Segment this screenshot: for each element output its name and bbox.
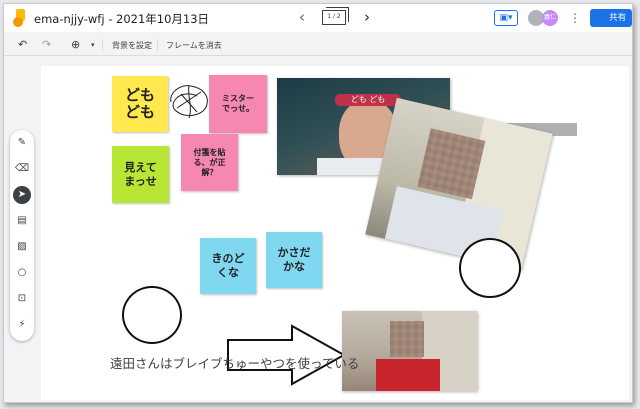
sticky-note[interactable]: 付箋を貼 る、が正 解？: [181, 134, 238, 191]
document-title[interactable]: ema-njjy-wfj - 2021年10月13日: [34, 11, 209, 27]
shirt-shape: [376, 359, 440, 391]
image-icon[interactable]: ▨: [13, 238, 31, 256]
laser-icon[interactable]: ⚡: [13, 316, 31, 334]
text-box-icon[interactable]: ⊡: [13, 290, 31, 308]
frame-bar-button[interactable]: 1 / 2: [322, 7, 349, 25]
present-button[interactable]: ▣▾: [494, 10, 518, 26]
frame-counter: 1 / 2: [327, 13, 341, 20]
jamboard-logo-icon: [13, 9, 25, 27]
redo-icon[interactable]: ↷: [42, 37, 51, 53]
toolbar-divider: [157, 39, 158, 51]
jamboard-canvas[interactable]: ども ども ミスター でっせ。 見えて まっせ 付箋を貼 る、が正 解？ きのど…: [41, 66, 629, 400]
title-bar: ema-njjy-wfj - 2021年10月13日 ‹ 1 / 2 › ▣▾ …: [4, 4, 632, 32]
sticky-note[interactable]: ども ども: [112, 76, 168, 132]
undo-icon[interactable]: ↶: [18, 37, 27, 53]
share-label: 共有: [609, 13, 627, 23]
next-frame-button[interactable]: ›: [359, 8, 375, 26]
more-vert-icon: ⋮: [569, 11, 581, 25]
app-window: ema-njjy-wfj - 2021年10月13日 ‹ 1 / 2 › ▣▾ …: [3, 3, 633, 403]
more-options-button[interactable]: ⋮: [569, 10, 581, 26]
photo-person[interactable]: [342, 311, 477, 391]
share-button[interactable]: 👤 共有: [590, 9, 632, 27]
tool-palette: ✎ ⌫ ➤ ▤ ▨ ○ ⊡ ⚡: [10, 130, 34, 341]
select-icon[interactable]: ➤: [13, 186, 31, 204]
sticky-note-icon[interactable]: ▤: [13, 212, 31, 230]
canvas-text[interactable]: 遠田さんはブレイブちゅーやつを使っている: [110, 353, 359, 372]
scribble-drawing[interactable]: [167, 80, 211, 120]
zoom-dropdown-icon[interactable]: ▾: [91, 37, 95, 53]
sticky-note[interactable]: 見えて まっせ: [112, 146, 169, 203]
eraser-icon[interactable]: ⌫: [13, 160, 31, 178]
zoom-icon[interactable]: ⊕: [71, 37, 80, 53]
present-icon: ▣▾: [499, 13, 513, 23]
previous-frame-button[interactable]: ‹: [294, 8, 310, 26]
clear-frame-button[interactable]: フレームを消去: [166, 40, 222, 51]
share-person-icon: 👤: [595, 13, 607, 23]
set-background-button[interactable]: 背景を設定: [112, 40, 152, 51]
circle-shape[interactable]: [459, 238, 521, 298]
headband-shape: ども ども: [335, 94, 401, 106]
toolbar-divider: [102, 39, 103, 51]
sticky-note[interactable]: きのど くな: [200, 238, 256, 294]
pen-icon[interactable]: ✎: [13, 134, 31, 152]
circle-icon[interactable]: ○: [13, 264, 31, 282]
circle-shape[interactable]: [122, 286, 182, 344]
sticky-note[interactable]: かさだ かな: [266, 232, 322, 288]
avatar[interactable]: 義仁: [542, 10, 558, 26]
pixelated-face: [390, 321, 424, 357]
sticky-note[interactable]: ミスター でっせ。: [209, 75, 267, 133]
toolbar: ↶ ↷ ⊕ ▾ 背景を設定 フレームを消去: [4, 34, 632, 56]
